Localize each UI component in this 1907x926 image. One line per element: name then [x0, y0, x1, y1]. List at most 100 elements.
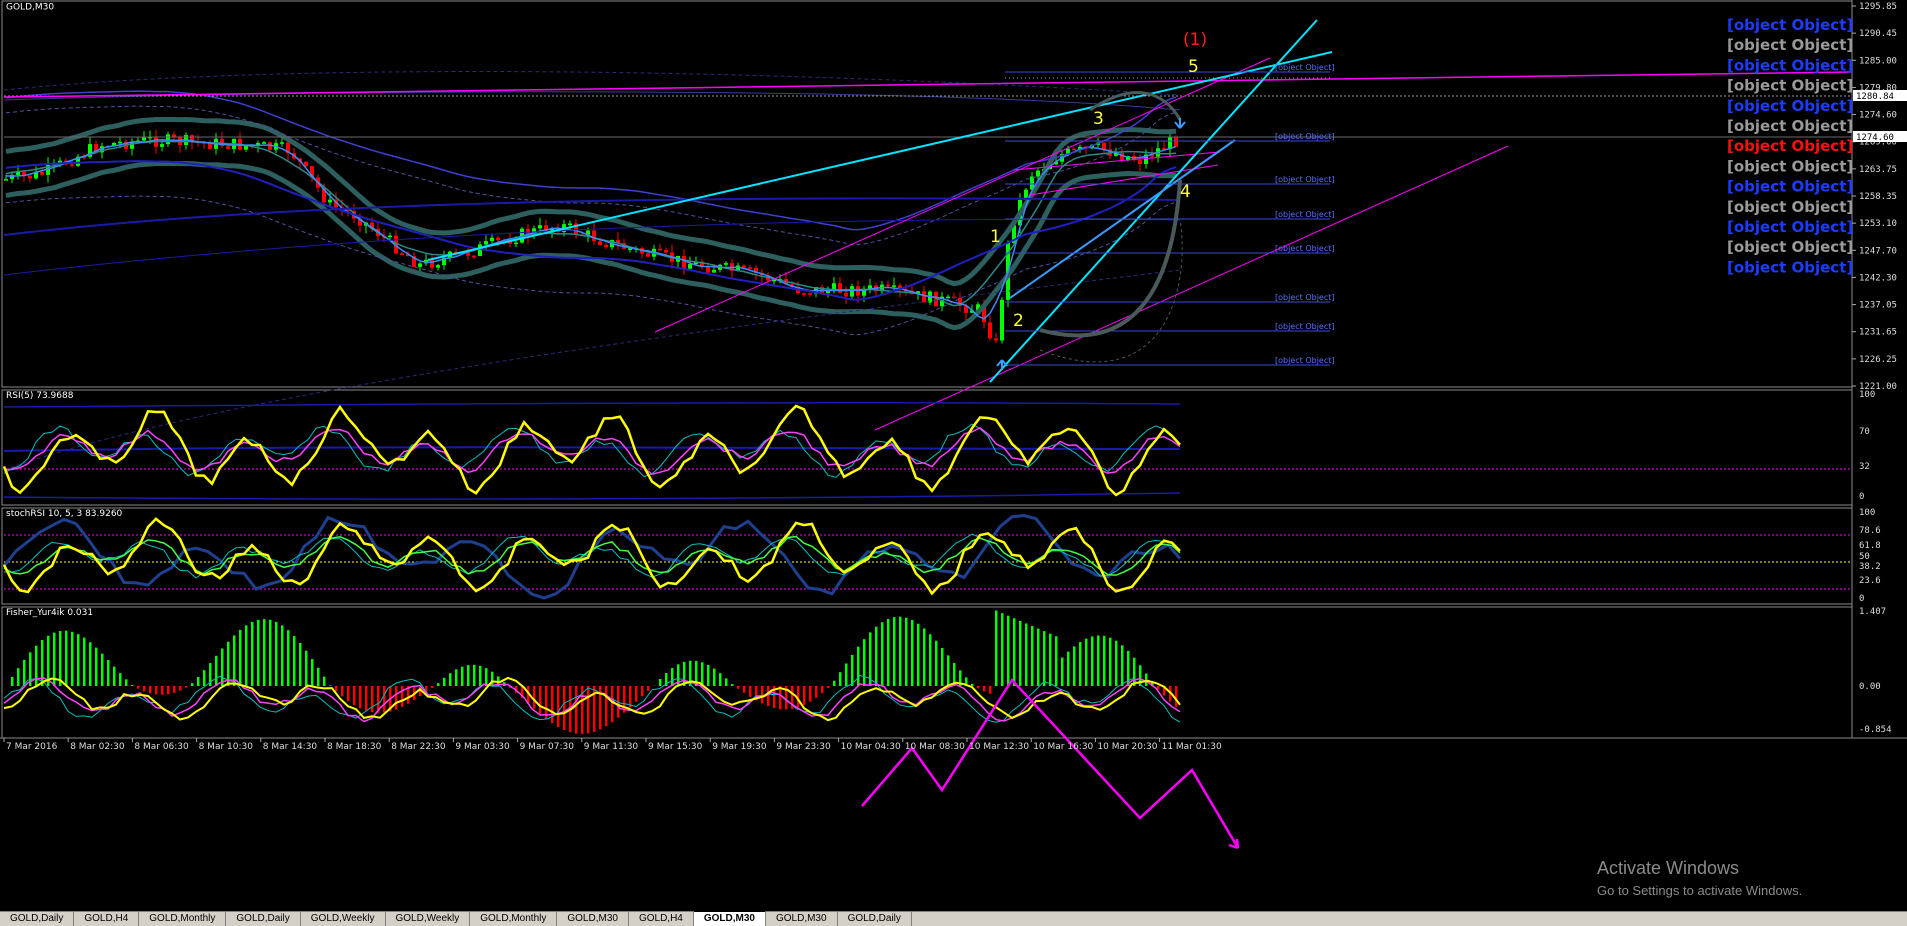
- fisher-bar: [971, 684, 974, 686]
- candle-body: [496, 238, 500, 240]
- fib-level-label: [object Object]: [1275, 322, 1335, 331]
- chart-tab[interactable]: GOLD,Daily: [0, 912, 74, 926]
- candle-body: [592, 230, 596, 241]
- time-tick-label: 9 Mar 15:30: [648, 742, 703, 752]
- chart-tab[interactable]: GOLD,M30: [694, 910, 766, 926]
- fisher-bar: [839, 672, 842, 686]
- ma-long: [6, 91, 1176, 230]
- fisher-bar: [155, 686, 158, 694]
- candle-body: [484, 241, 488, 244]
- time-tick-label: 8 Mar 06:30: [134, 742, 189, 752]
- fisher-bar: [851, 655, 854, 686]
- fib-level-label: [object Object]: [1275, 210, 1335, 219]
- fisher-bar: [245, 625, 248, 686]
- candle-body: [646, 254, 650, 257]
- fisher-bar: [11, 677, 14, 686]
- fisher-bar: [59, 631, 62, 686]
- time-tick-label: 8 Mar 18:30: [327, 742, 382, 752]
- candle-body: [1138, 160, 1142, 164]
- fisher-bar: [251, 622, 254, 686]
- fisher-bar: [809, 686, 812, 702]
- fisher-bar: [203, 670, 206, 686]
- fisher-bar: [557, 686, 560, 727]
- symbol-title: GOLD,M30: [6, 3, 54, 13]
- wave-label-5: 5: [1188, 57, 1199, 77]
- price-tick-label: 1263.75: [1859, 165, 1897, 175]
- chart-canvas[interactable]: 1295.851290.451285.001279.801274.601269.…: [0, 0, 1907, 911]
- fisher-bar: [575, 686, 578, 734]
- candle-body: [1072, 149, 1076, 151]
- fisher-bar: [323, 677, 326, 686]
- candle-body: [742, 266, 746, 268]
- fisher-bar: [1037, 629, 1040, 686]
- fisher-bar: [305, 651, 308, 686]
- fisher-bar: [461, 667, 464, 686]
- fisher-bar: [1019, 621, 1022, 686]
- chart-tab[interactable]: GOLD,M30: [766, 912, 838, 926]
- chart-tab[interactable]: GOLD,Weekly: [386, 912, 471, 926]
- fisher-bar: [995, 611, 998, 686]
- fisher-bar: [365, 686, 368, 711]
- time-tick-label: 10 Mar 20:30: [1097, 742, 1157, 752]
- fisher-bar: [107, 660, 110, 686]
- pivot-level-label: [object Object]: [1727, 157, 1853, 175]
- chart-tab[interactable]: GOLD,Daily: [226, 912, 300, 926]
- fisher-bar: [923, 628, 926, 686]
- fisher-bar: [563, 686, 566, 730]
- fisher-bar: [161, 686, 164, 695]
- time-tick-label: 8 Mar 22:30: [391, 742, 446, 752]
- time-tick-label: 8 Mar 02:30: [70, 742, 125, 752]
- chart-tab[interactable]: GOLD,Daily: [838, 912, 912, 926]
- rsi-signal-magenta: [4, 428, 1180, 474]
- fisher-bar: [725, 678, 728, 686]
- candle-body: [514, 243, 518, 245]
- pivot-level-label: [object Object]: [1727, 178, 1853, 196]
- price-tick-label: 1285.00: [1859, 56, 1897, 66]
- chart-tab[interactable]: GOLD,Weekly: [301, 912, 386, 926]
- candle-body: [604, 245, 608, 247]
- candle-body: [994, 338, 998, 340]
- chart-tab[interactable]: GOLD,Monthly: [139, 912, 226, 926]
- candle-body: [262, 142, 266, 144]
- ma-200-lower: [4, 219, 1180, 275]
- candle-body: [808, 293, 812, 295]
- rsi-band-upper: [4, 403, 1180, 407]
- price-tick-label: 1290.45: [1859, 29, 1897, 39]
- candle-body: [418, 263, 422, 266]
- stochrsi-axis-label: 78.6: [1859, 526, 1881, 536]
- time-tick-label: 9 Mar 03:30: [455, 742, 510, 752]
- chart-tab[interactable]: GOLD,Monthly: [470, 912, 557, 926]
- rsi-axis-label: 70: [1859, 427, 1870, 437]
- fisher-bar: [1175, 686, 1178, 707]
- fisher-bar: [329, 685, 332, 686]
- pivot-level-label: [object Object]: [1727, 77, 1853, 95]
- pivot-level-label: [object Object]: [1727, 198, 1853, 216]
- fisher-bar: [41, 640, 44, 686]
- candle-body: [226, 146, 230, 149]
- fisher-bar: [707, 665, 710, 686]
- fisher-bar: [299, 643, 302, 686]
- fisher-bar: [353, 686, 356, 705]
- fisher-bar: [887, 619, 890, 686]
- fisher-bar: [881, 622, 884, 686]
- panel-frame: [2, 508, 1852, 604]
- chart-tab[interactable]: GOLD,M30: [557, 912, 629, 926]
- fisher-bar: [917, 624, 920, 686]
- fisher-bar: [359, 686, 362, 708]
- fib-level-label: [object Object]: [1275, 132, 1335, 141]
- fisher-bar: [1079, 642, 1082, 686]
- price-tick-label: 1274.60: [1859, 111, 1897, 121]
- fisher-bar: [911, 620, 914, 686]
- stochrsi-axis-label: 23.6: [1859, 576, 1881, 586]
- candle-body: [886, 285, 890, 287]
- chart-tab[interactable]: GOLD,H4: [629, 912, 694, 926]
- activate-windows-watermark: Activate Windows Go to Settings to activ…: [1597, 858, 1802, 898]
- panel-frame: [2, 1, 1852, 387]
- candle-body: [892, 285, 896, 287]
- fisher-bar: [455, 669, 458, 686]
- fisher-bar: [437, 683, 440, 686]
- fisher-bar: [1091, 636, 1094, 686]
- fisher-bar: [1073, 646, 1076, 686]
- fisher-bar: [383, 686, 386, 713]
- chart-tab[interactable]: GOLD,H4: [74, 912, 139, 926]
